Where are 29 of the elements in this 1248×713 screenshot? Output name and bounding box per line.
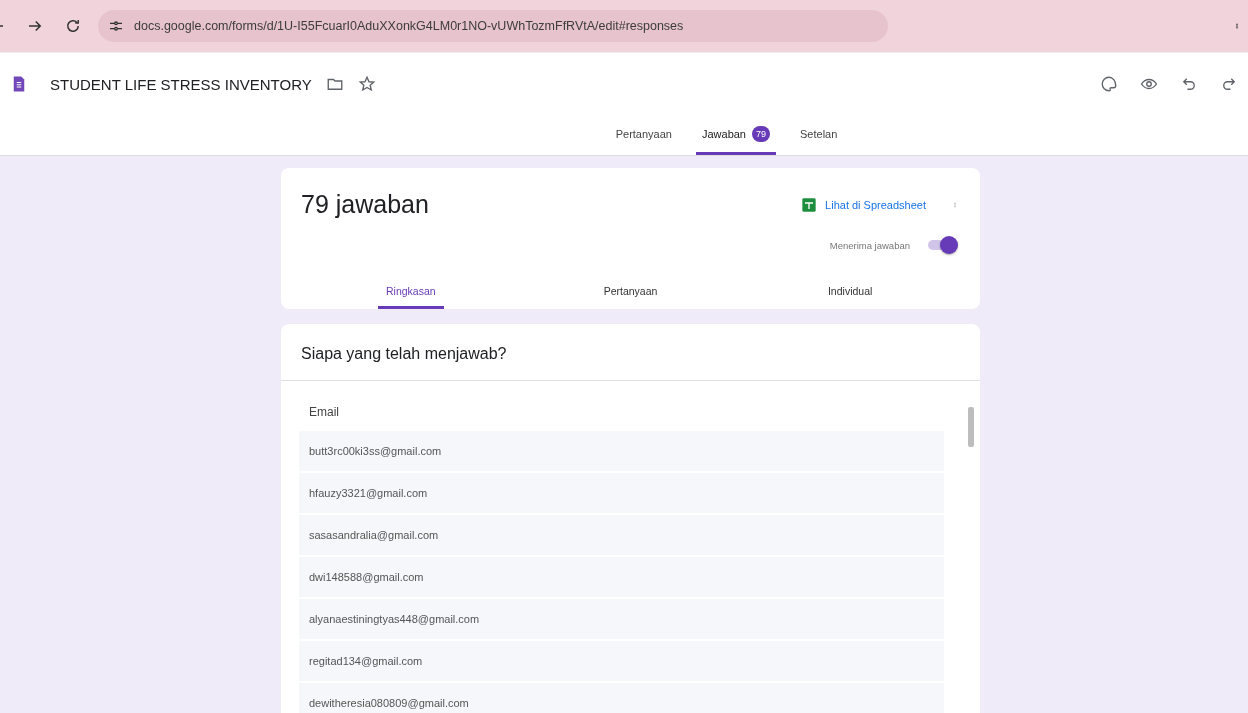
table-cell: regitad134@gmail.com [299, 639, 944, 681]
address-bar[interactable]: docs.google.com/forms/d/1U-I55FcuarI0AduXXonkG4LM0r1NO-vUWhTozmFfRVtA/edit#responses [98, 10, 888, 42]
spreadsheet-link[interactable]: Lihat di Spreadsheet [801, 196, 926, 213]
star-icon[interactable] [357, 75, 376, 93]
undo-icon[interactable] [1180, 75, 1198, 93]
scrollbar[interactable] [968, 407, 974, 447]
table-cell: butt3rc00ki3ss@gmail.com [299, 429, 944, 471]
spreadsheet-icon [801, 196, 818, 213]
tab[interactable]: Ringkasan [377, 277, 444, 309]
count-badge: 79 [752, 125, 770, 142]
column-header: Email [308, 405, 340, 421]
table-cell: dwi148588@gmail.com [299, 555, 944, 597]
reload-icon[interactable] [64, 17, 82, 35]
url-text: docs.google.com/forms/d/1U-I55FcuarI0AduXXonkG4LM0r1NO-vUWhTozmFfRVtA/edit#responses [134, 19, 684, 33]
tab[interactable]: Pertanyaan [609, 115, 678, 155]
card-title: Siapa yang telah menjawab? [281, 324, 980, 381]
tab[interactable]: Pertanyaan [597, 277, 664, 309]
palette-icon[interactable] [1100, 75, 1118, 93]
toggle-label: Menerima jawaban [829, 239, 910, 251]
table-cell: sasasandralia@gmail.com [299, 513, 944, 555]
tab[interactable]: Setelan [794, 115, 844, 155]
table-cell: alyanaestiningtyas448@gmail.com [299, 597, 944, 639]
table-cell: hfauzy3321@gmail.com [299, 471, 944, 513]
form-title[interactable]: STUDENT LIFE STRESS INVENTORY [50, 75, 312, 93]
response-count: 79 jawaban [301, 190, 430, 219]
tab[interactable]: Jawaban 79 [695, 115, 776, 155]
redo-icon[interactable] [1220, 75, 1238, 93]
table-cell: dewitheresia080809@gmail.com [299, 681, 944, 713]
tab[interactable]: Individual [817, 277, 884, 309]
